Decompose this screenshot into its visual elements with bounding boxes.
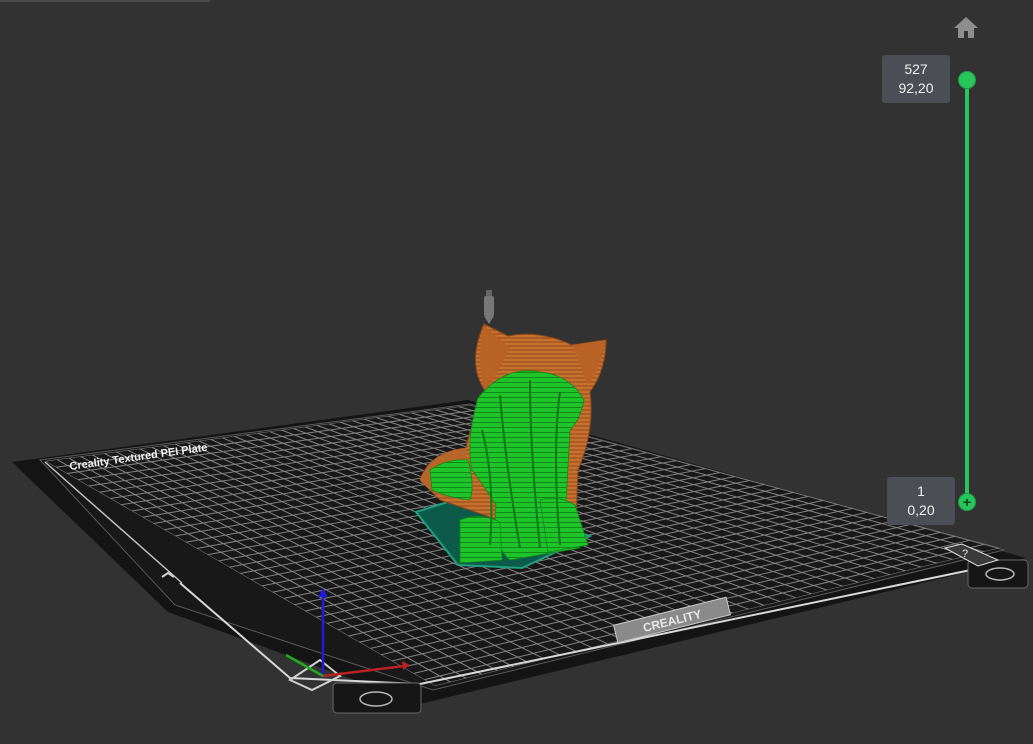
bottom-layer-number: 1 bbox=[917, 483, 925, 499]
bottom-layer-handle[interactable]: + bbox=[958, 493, 976, 511]
nozzle-marker bbox=[484, 290, 494, 324]
3d-viewport[interactable]: Creality Textured PEI Plate CREALITY ? bbox=[0, 0, 1033, 744]
top-layer-readout: 527 92,20 bbox=[882, 55, 950, 103]
top-layer-number: 527 bbox=[904, 61, 928, 77]
home-button[interactable] bbox=[950, 12, 982, 42]
top-layer-height: 92,20 bbox=[898, 80, 934, 96]
help-marker-label: ? bbox=[962, 548, 968, 560]
scene-svg: Creality Textured PEI Plate CREALITY ? bbox=[12, 290, 1029, 714]
plus-icon: + bbox=[962, 494, 972, 510]
top-layer-handle[interactable] bbox=[958, 71, 976, 89]
home-icon bbox=[954, 17, 978, 38]
layer-slider-track[interactable] bbox=[965, 80, 969, 502]
front-tab bbox=[332, 682, 422, 714]
bottom-layer-readout: 1 0,20 bbox=[887, 477, 955, 525]
bottom-layer-height: 0,20 bbox=[907, 502, 935, 518]
